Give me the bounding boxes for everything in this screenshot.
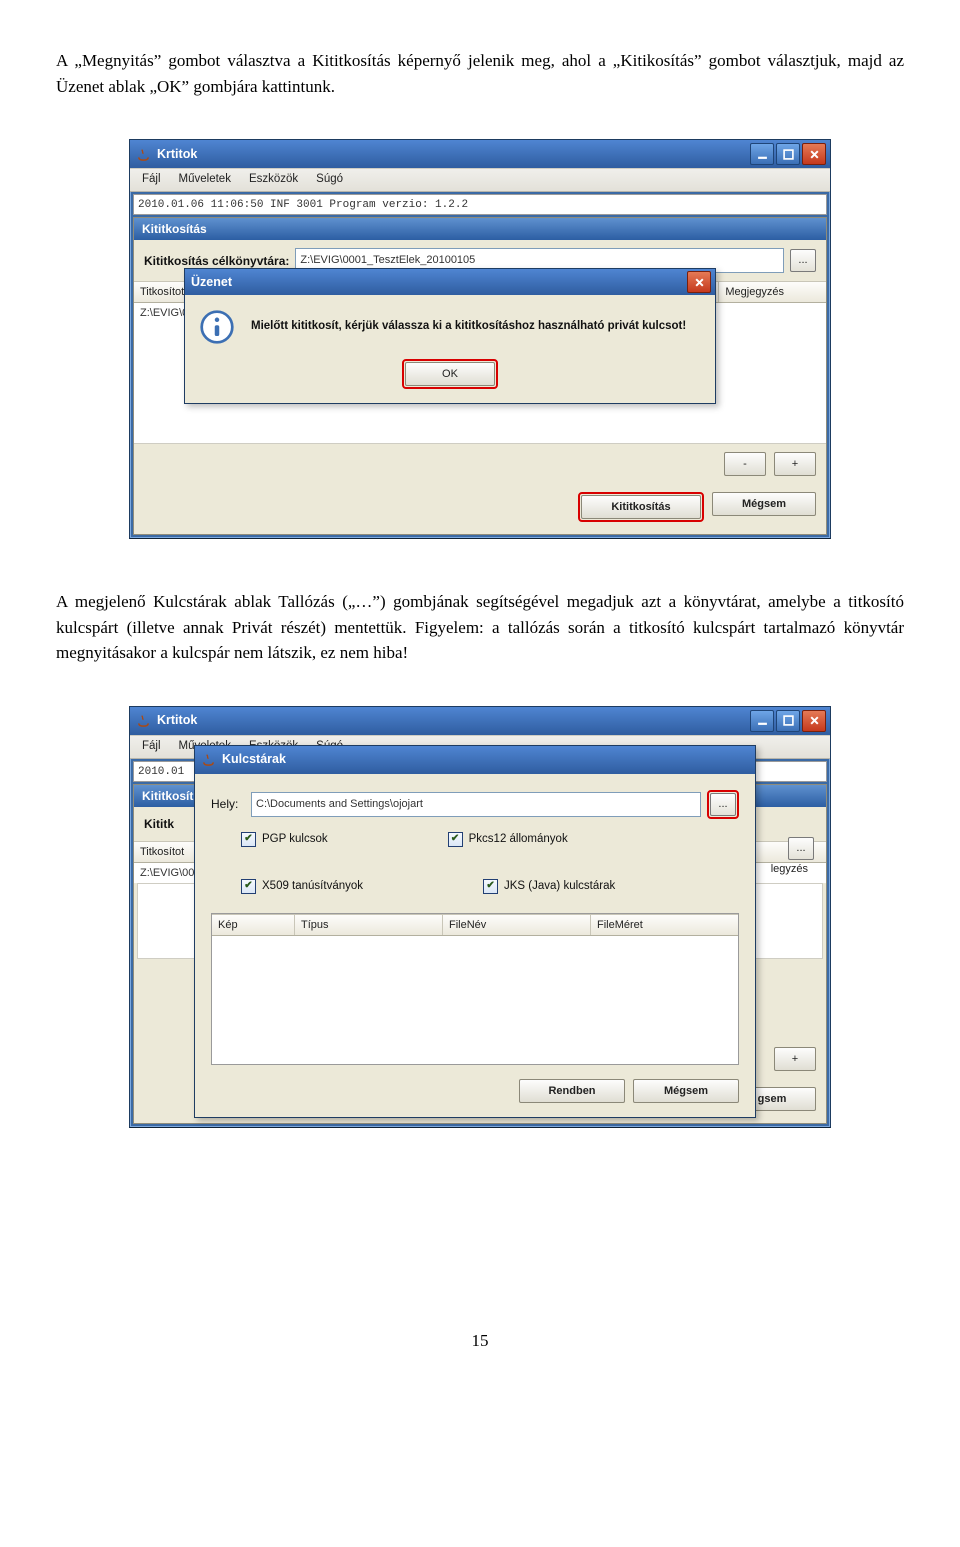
- maximize-button[interactable]: [776, 143, 800, 165]
- intro-paragraph-1: A „Megnyitás” gombot választva a Kititko…: [56, 48, 904, 99]
- page-number: 15: [56, 1328, 904, 1354]
- hely-label: Hely:: [211, 795, 245, 813]
- log-line: 2010.01.06 11:06:50 INF 3001 Program ver…: [133, 194, 827, 215]
- dir-label: Kititk: [144, 815, 174, 833]
- app-title: Krtitok: [157, 145, 197, 164]
- uzenet-message: Mielőtt kititkosít, kérjük válassza ki a…: [251, 318, 686, 335]
- ok-button[interactable]: OK: [405, 362, 495, 386]
- minimize-button[interactable]: [750, 710, 774, 732]
- close-button[interactable]: [802, 143, 826, 165]
- kulcs-title: Kulcstárak: [222, 750, 286, 769]
- dir-label: Kititkosítás célkönyvtára:: [144, 252, 289, 270]
- maximize-button[interactable]: [776, 710, 800, 732]
- app-title: Krtitok: [157, 711, 197, 730]
- menu-tools[interactable]: Eszközök: [241, 169, 306, 190]
- col-note-tail: legyzés: [771, 861, 808, 878]
- uzenet-dialog: Üzenet Mielőtt kititkosít, kérjük válass…: [184, 268, 716, 404]
- uzenet-title: Üzenet: [191, 273, 232, 292]
- highlight-browse: ...: [707, 790, 739, 819]
- kulcstarak-dialog: Kulcstárak Hely: C:\Documents and Settin…: [194, 745, 756, 1119]
- minus-button[interactable]: -: [724, 452, 766, 476]
- close-button[interactable]: [802, 710, 826, 732]
- highlight-kit: Kititkosítás: [578, 492, 704, 522]
- hely-browse-button[interactable]: ...: [710, 793, 736, 816]
- key-list: Kép Típus FileNév FileMéret: [211, 913, 739, 1065]
- java-icon: [136, 713, 151, 728]
- uzenet-close[interactable]: [687, 271, 711, 293]
- menubar: Fájl Műveletek Eszközök Súgó: [130, 168, 830, 192]
- cb-x509[interactable]: ✔X509 tanúsítványok: [241, 878, 363, 895]
- menu-file[interactable]: Fájl: [134, 169, 169, 190]
- panel-title: Kititkosítás: [134, 218, 826, 240]
- info-icon: [199, 309, 235, 345]
- browse-button-bg[interactable]: ...: [788, 837, 814, 860]
- megsem-button[interactable]: Mégsem: [633, 1079, 739, 1103]
- col-note: Megjegyzés: [719, 282, 826, 302]
- cancel-button[interactable]: Mégsem: [712, 492, 816, 516]
- java-icon: [136, 147, 151, 162]
- cb-pgp[interactable]: ✔PGP kulcsok: [241, 831, 328, 848]
- highlight-ok: OK: [402, 359, 498, 389]
- cb-jks[interactable]: ✔JKS (Java) kulcstárak: [483, 878, 615, 895]
- java-icon: [201, 752, 216, 767]
- intro-paragraph-2: A megjelenő Kulcstárak ablak Tallózás („…: [56, 589, 904, 666]
- minimize-button[interactable]: [750, 143, 774, 165]
- screenshot-1: Krtitok Fájl Műveletek Eszközök Súgó 201…: [129, 139, 831, 539]
- browse-button[interactable]: ...: [790, 249, 816, 272]
- titlebar: Krtitok: [130, 140, 830, 168]
- kititkositas-button[interactable]: Kititkosítás: [581, 495, 701, 519]
- cb-pkcs12[interactable]: ✔Pkcs12 állományok: [448, 831, 568, 848]
- menu-ops[interactable]: Műveletek: [171, 169, 239, 190]
- plus-button[interactable]: +: [774, 452, 816, 476]
- menu-help[interactable]: Súgó: [308, 169, 351, 190]
- menu-file[interactable]: Fájl: [134, 736, 169, 757]
- hely-field[interactable]: C:\Documents and Settings\ojojart: [251, 792, 701, 817]
- screenshot-2: Krtitok Fájl Műveletek Eszközök Súgó 201…: [129, 706, 831, 1129]
- rendben-button[interactable]: Rendben: [519, 1079, 625, 1103]
- plus-button[interactable]: +: [774, 1047, 816, 1071]
